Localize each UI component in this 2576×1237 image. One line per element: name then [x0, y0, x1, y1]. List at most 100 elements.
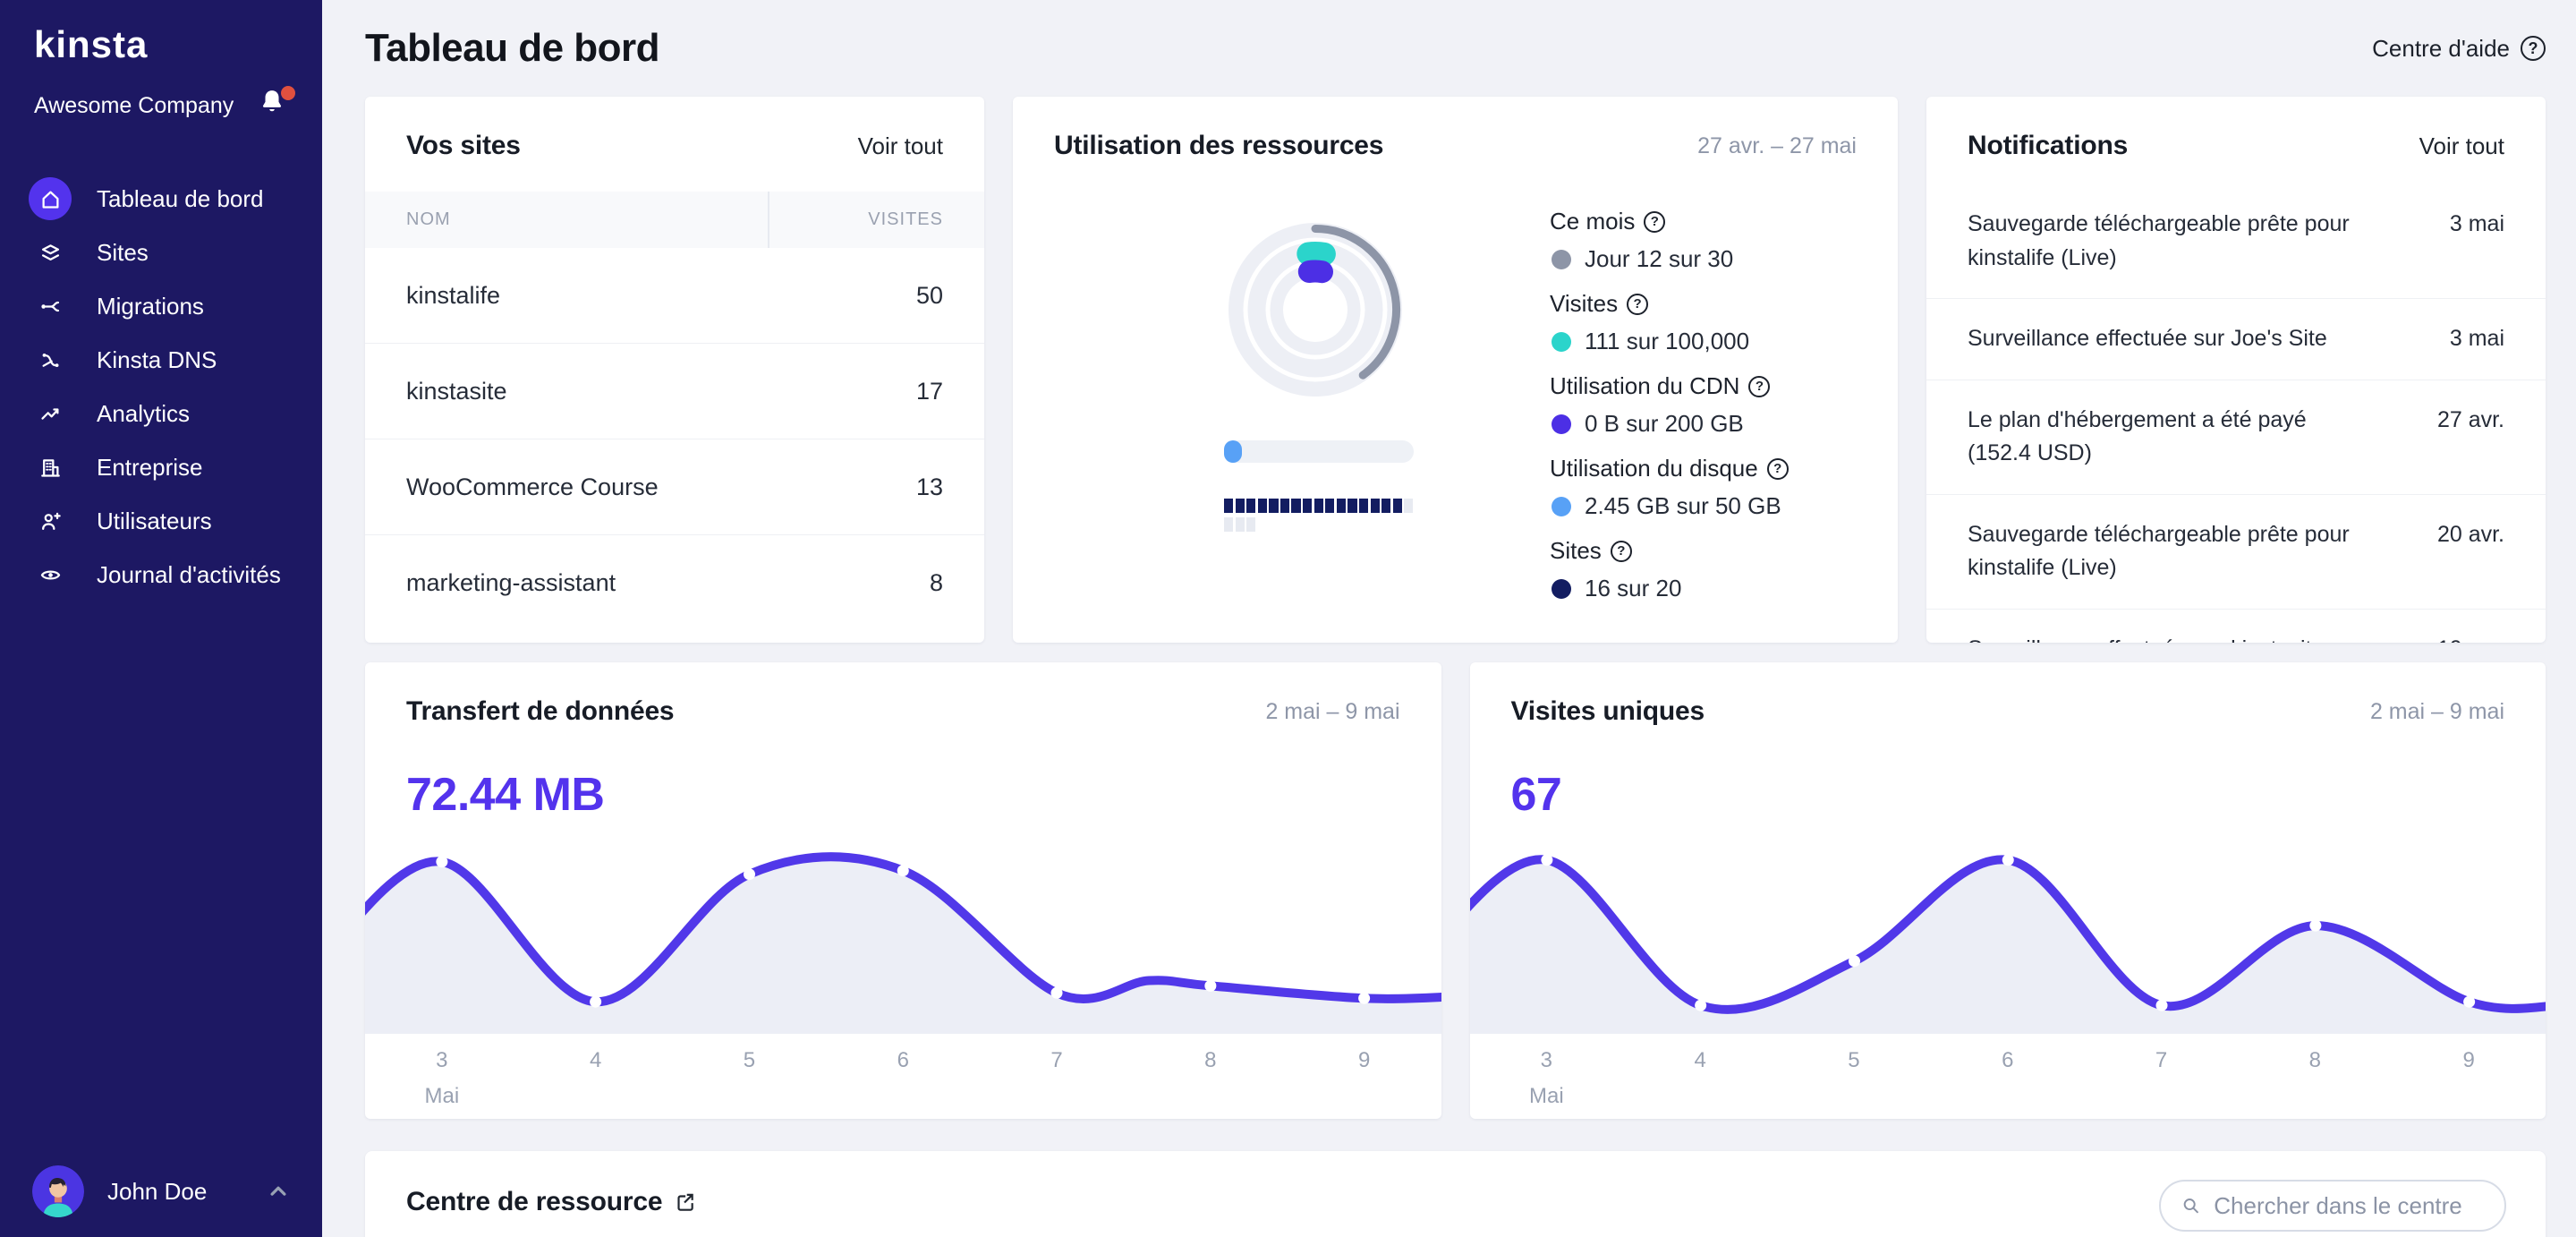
- site-slot-dash: [1246, 499, 1256, 513]
- sidebar: Kinsta Awesome Company Tableau de bord Si…: [0, 0, 322, 1237]
- data-transfer-card: Transfert de données 2 mai – 9 mai 72.44…: [365, 662, 1441, 1119]
- sites-table-header: NOM VISITES: [365, 192, 984, 248]
- site-row[interactable]: kinstalife 50: [365, 248, 984, 344]
- site-visits: 50: [915, 281, 943, 309]
- site-slot-dash: [1348, 499, 1357, 513]
- notification-badge: [281, 86, 295, 100]
- site-slot-dash: [1336, 499, 1346, 513]
- legend-block: Utilisation du disque? 2.45 GB sur 50 GB: [1550, 455, 1866, 520]
- site-name: WooCommerce Course: [406, 473, 659, 500]
- sidebar-item-kinsta-dns[interactable]: Kinsta DNS: [0, 333, 322, 387]
- site-slot-dash: [1325, 499, 1335, 513]
- notification-row[interactable]: Sauvegarde téléchargeable prête pour kin…: [1926, 184, 2546, 299]
- question-circle-icon[interactable]: ?: [1748, 375, 1771, 397]
- search-icon: [2183, 1199, 2198, 1214]
- legend-value: Jour 12 sur 30: [1585, 245, 1734, 272]
- notification-text: Sauvegarde téléchargeable prête pour kin…: [1968, 211, 2350, 270]
- sites-table-body: kinstalife 50 kinstasite 17 WooCommerce Cour…: [365, 248, 984, 631]
- company-icon: [40, 458, 60, 477]
- site-slot-dash: [1358, 499, 1369, 513]
- site-slot-dash: [1404, 499, 1414, 513]
- mykinsta-dashboard: Kinsta Awesome Company Tableau de bord Si…: [0, 0, 2576, 1237]
- help-center-link[interactable]: Centre d'aide ?: [2372, 35, 2546, 63]
- main-content: Tableau de bord Centre d'aide ? Vos site…: [322, 0, 2576, 1237]
- notification-row[interactable]: Surveillance effectuée sur Joe's Site 3 m…: [1926, 299, 2546, 380]
- external-link-icon: [677, 1193, 694, 1211]
- resource-center-link[interactable]: Centre de ressource: [365, 1151, 696, 1217]
- site-slot-dash: [1235, 499, 1245, 513]
- unique-visits-x-axis: 3 Mai 4 5 6 7 8 9: [1470, 1034, 2546, 1119]
- sidebar-item-entreprise[interactable]: Entreprise: [0, 440, 322, 494]
- data-transfer-date-range: 2 mai – 9 mai: [1265, 698, 1400, 724]
- site-row[interactable]: marketing-assistant 8: [365, 535, 984, 631]
- resource-usage-card: Utilisation des ressources 27 avr. – 27 …: [1013, 97, 1898, 643]
- x-axis-label: 6: [897, 1048, 909, 1072]
- unique-visits-total: 67: [1510, 769, 1562, 821]
- sidebar-item-migrations[interactable]: Migrations: [0, 279, 322, 333]
- notification-text: Le plan d'hébergement a été payé (152.4 …: [1968, 406, 2307, 466]
- data-transfer-x-axis: 3 Mai 4 5 6 7 8 9: [365, 1034, 1441, 1119]
- resource-center-search: [2159, 1180, 2506, 1232]
- notification-row[interactable]: Le plan d'hébergement a été payé (152.4 …: [1926, 380, 2546, 495]
- legend-dot: [1552, 331, 1571, 352]
- sidebar-item-label: Journal d'activités: [97, 560, 281, 588]
- question-circle-icon[interactable]: ?: [1644, 210, 1666, 233]
- x-axis-label: 8: [1204, 1048, 1217, 1072]
- user-name: John Doe: [107, 1177, 208, 1205]
- legend-dot: [1552, 578, 1571, 599]
- notification-date: 3 mai: [2449, 211, 2504, 236]
- legend-value: 111 sur 100,000: [1585, 328, 1750, 354]
- x-axis-label: 3 Mai: [1529, 1048, 1564, 1108]
- x-axis-label: 5: [1848, 1048, 1860, 1072]
- sidebar-item-journal-d-activit-s[interactable]: Journal d'activités: [0, 548, 322, 601]
- x-axis-label: 7: [2155, 1048, 2168, 1072]
- legend-block: Ce mois? Jour 12 sur 30: [1550, 208, 1866, 273]
- site-slot-dash: [1291, 499, 1301, 513]
- notifications-view-all-link[interactable]: Voir tout: [2419, 132, 2504, 160]
- site-row[interactable]: kinstasite 17: [365, 344, 984, 439]
- your-sites-card: Vos sites Voir tout NOM VISITES kinstali…: [365, 97, 984, 643]
- resource-center-title: Centre de ressource: [406, 1187, 663, 1216]
- legend-value: 2.45 GB sur 50 GB: [1585, 492, 1781, 519]
- sidebar-item-utilisateurs[interactable]: Utilisateurs: [0, 494, 322, 548]
- site-name: marketing-assistant: [406, 569, 616, 596]
- sites-view-all-link[interactable]: Voir tout: [858, 132, 943, 160]
- sidebar-item-tableau-de-bord[interactable]: Tableau de bord: [0, 172, 322, 226]
- analytics-icon: [40, 407, 58, 420]
- site-slot-dash: [1370, 499, 1380, 513]
- sidebar-item-label: Analytics: [97, 399, 191, 427]
- notifications-bell-icon[interactable]: [256, 86, 295, 125]
- site-slot-dash: [1279, 499, 1290, 513]
- site-slot-dash: [1257, 499, 1267, 513]
- home-icon: [42, 191, 58, 209]
- notification-text: Surveillance effectuée sur kinstasite: [1968, 633, 2324, 644]
- resource-center-card: Centre de ressource: [365, 1151, 2546, 1237]
- sidebar-item-analytics[interactable]: Analytics: [0, 387, 322, 440]
- question-circle-icon[interactable]: ?: [1766, 457, 1789, 480]
- notification-date: 27 avr.: [2436, 406, 2504, 432]
- user-menu[interactable]: John Doe: [0, 1147, 322, 1237]
- notification-row[interactable]: Surveillance effectuée sur kinstasite 19 …: [1926, 610, 2546, 644]
- help-center-label: Centre d'aide: [2372, 34, 2510, 62]
- legend-dot: [1552, 414, 1571, 434]
- site-row[interactable]: WooCommerce Course 13: [365, 439, 984, 535]
- avatar: [32, 1165, 84, 1217]
- sidebar-item-sites[interactable]: Sites: [0, 226, 322, 279]
- disk-usage-bar: [1224, 440, 1414, 463]
- chevron-up-icon: [270, 1186, 286, 1196]
- notification-row[interactable]: Sauvegarde téléchargeable prête pour kin…: [1926, 495, 2546, 610]
- legend-label: Utilisation du disque: [1550, 455, 1758, 482]
- question-circle-icon[interactable]: ?: [1610, 540, 1632, 562]
- resource-usage-date-range: 27 avr. – 27 mai: [1697, 132, 1857, 158]
- activity-icon: [40, 569, 60, 580]
- legend-label: Sites: [1550, 537, 1602, 564]
- legend-block: Utilisation du CDN? 0 B sur 200 GB: [1550, 372, 1866, 438]
- question-circle-icon[interactable]: ?: [1627, 293, 1649, 315]
- site-slot-dash: [1246, 517, 1256, 532]
- sidebar-item-label: Migrations: [97, 292, 204, 320]
- resource-usage-title: Utilisation des ressources: [1054, 131, 1384, 160]
- legend-dot: [1552, 249, 1571, 269]
- x-axis-label: 7: [1050, 1048, 1063, 1072]
- search-input[interactable]: [2212, 1190, 2485, 1221]
- unique-visits-date-range: 2 mai – 9 mai: [2369, 698, 2504, 724]
